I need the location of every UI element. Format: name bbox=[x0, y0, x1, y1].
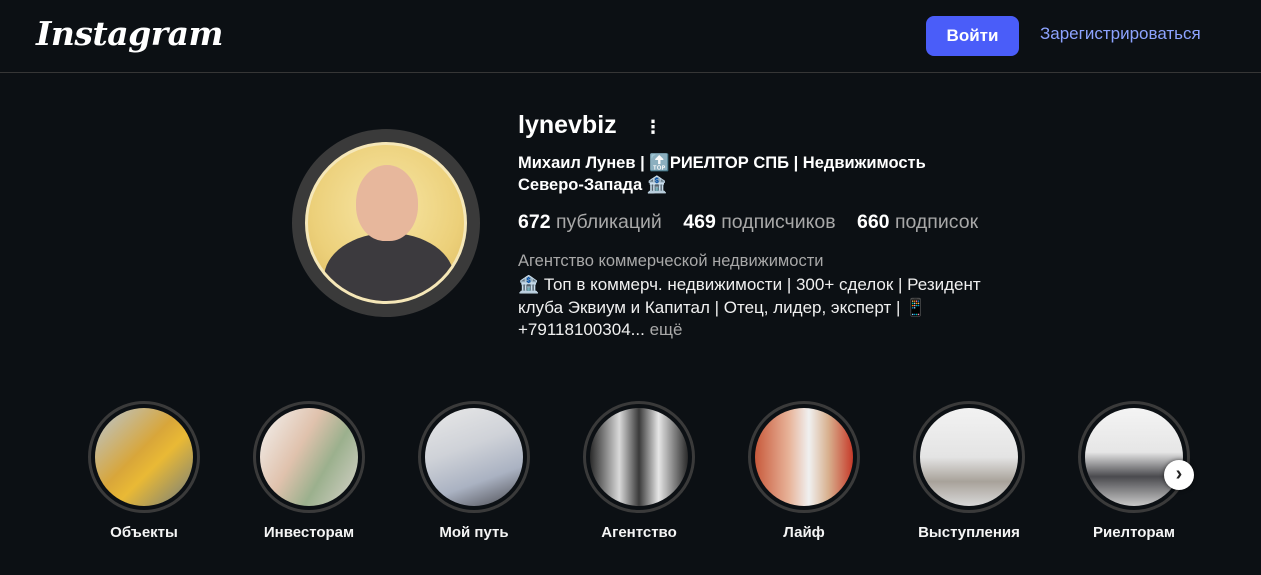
top-navigation-bar: Instagram Войти Зарегистрироваться bbox=[0, 0, 1261, 73]
posts-count[interactable]: 672 публикаций bbox=[518, 211, 662, 233]
profile-bio: 🏦 Топ в коммерч. недвижимости | 300+ сде… bbox=[518, 274, 996, 342]
highlight-cover bbox=[1085, 408, 1183, 506]
highlight-item[interactable]: Объекты bbox=[88, 401, 200, 541]
highlight-label: Объекты bbox=[110, 524, 178, 541]
highlight-cover bbox=[590, 408, 688, 506]
more-options-icon[interactable]: ⋮ bbox=[644, 116, 662, 138]
bio-more-link[interactable]: ещё bbox=[650, 320, 683, 339]
bio-text: 🏦 Топ в коммерч. недвижимости | 300+ сде… bbox=[518, 275, 981, 339]
highlight-item[interactable]: Выступления bbox=[913, 401, 1025, 541]
highlight-item[interactable]: Инвесторам bbox=[253, 401, 365, 541]
highlight-label: Риелторам bbox=[1092, 524, 1175, 541]
profile-full-name: Михаил Лунев | 🔝РИЕЛТОР СПБ | Недвижимос… bbox=[518, 154, 926, 194]
profile-stats: 672 публикаций 469 подписчиков 660 подпи… bbox=[518, 211, 994, 234]
highlight-item[interactable]: Мой путь bbox=[418, 401, 530, 541]
profile-category: Агентство коммерческой недвижимости bbox=[518, 252, 824, 270]
followers-count[interactable]: 469 подписчиков bbox=[683, 211, 835, 233]
highlight-label: Выступления bbox=[918, 524, 1020, 541]
highlight-item[interactable]: Агентство bbox=[583, 401, 695, 541]
chevron-right-icon[interactable]: › bbox=[1164, 460, 1194, 490]
following-count[interactable]: 660 подписок bbox=[857, 211, 978, 233]
highlight-cover bbox=[260, 408, 358, 506]
highlight-cover bbox=[95, 408, 193, 506]
highlight-label: Агентство bbox=[601, 524, 677, 541]
profile-avatar[interactable] bbox=[305, 142, 467, 304]
highlight-label: Инвесторам bbox=[263, 524, 355, 541]
highlight-label: Мой путь bbox=[439, 524, 509, 541]
avatar-body-shape bbox=[324, 233, 454, 301]
profile-username: lynevbiz bbox=[518, 111, 617, 139]
signup-link[interactable]: Зарегистрироваться bbox=[1040, 24, 1201, 44]
avatar-head-shape bbox=[356, 165, 418, 241]
instagram-logo[interactable]: Instagram bbox=[36, 14, 223, 53]
highlight-cover bbox=[755, 408, 853, 506]
highlight-item[interactable]: Лайф bbox=[748, 401, 860, 541]
highlight-label: Лайф bbox=[783, 524, 825, 541]
highlight-cover bbox=[920, 408, 1018, 506]
highlight-cover bbox=[425, 408, 523, 506]
login-button[interactable]: Войти bbox=[926, 16, 1019, 56]
